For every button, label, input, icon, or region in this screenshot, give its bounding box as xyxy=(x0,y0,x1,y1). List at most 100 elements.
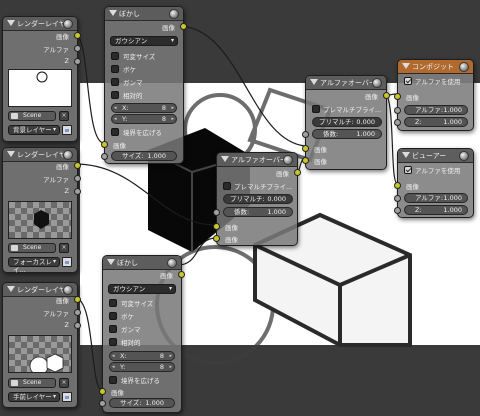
size-x-field[interactable]: ◂ X: 8 ▸ xyxy=(109,351,175,361)
variable-size-checkbox[interactable] xyxy=(111,52,119,60)
alpha-field[interactable]: アルファ: 1.000 xyxy=(404,105,468,115)
premultiply-field[interactable]: プリマルチ: 0.000 xyxy=(312,117,382,127)
input-image-socket-1[interactable] xyxy=(213,223,220,230)
output-alpha-socket[interactable] xyxy=(74,309,81,316)
output-z-socket[interactable] xyxy=(74,58,81,65)
scene-selector[interactable]: Scene xyxy=(8,111,56,121)
viewer-node[interactable]: ビューアー アルファを使用 画像 アルファ: 1.000 Z: 1.000 xyxy=(394,148,474,218)
gamma-checkbox[interactable] xyxy=(109,325,117,333)
input-image-socket[interactable] xyxy=(99,388,106,395)
input-alpha-socket[interactable] xyxy=(394,107,401,114)
input-image-socket[interactable] xyxy=(101,141,108,148)
node-header[interactable]: ぼかし xyxy=(105,7,183,21)
premultiply-convert-checkbox[interactable] xyxy=(312,105,320,113)
input-image-socket-1[interactable] xyxy=(302,145,309,152)
bokeh-checkbox[interactable] xyxy=(111,65,119,73)
render-image-icon[interactable] xyxy=(62,257,72,267)
factor-field[interactable]: 係数: 1.000 xyxy=(223,207,293,217)
collapse-triangle-icon[interactable] xyxy=(7,20,15,26)
input-factor-socket[interactable] xyxy=(213,209,220,216)
blur-node-top[interactable]: ぼかし 画像 ガウシアン ▾ 可変サイズ ボケ ガンマ 相対的 ◂ X: 8 ▸ ◂ Y:… xyxy=(101,6,187,164)
alpha-field[interactable]: アルファ: 1.000 xyxy=(404,193,468,203)
filter-type-select[interactable]: ガウシアン ▾ xyxy=(110,36,178,46)
render-image-icon[interactable] xyxy=(62,392,72,402)
gamma-checkbox[interactable] xyxy=(111,78,119,86)
scene-clear-button[interactable]: × xyxy=(59,378,69,388)
node-header[interactable]: レンダーレイヤー xyxy=(3,148,77,162)
output-image-socket[interactable] xyxy=(294,169,301,176)
filter-type-select[interactable]: ガウシアン ▾ xyxy=(108,284,176,294)
output-alpha-socket[interactable] xyxy=(74,175,81,182)
size-y-field[interactable]: ◂ Y: 8 ▸ xyxy=(109,362,175,372)
collapse-triangle-icon[interactable] xyxy=(402,63,410,69)
output-image-socket[interactable] xyxy=(383,92,390,99)
node-preview-sphere-icon[interactable] xyxy=(372,78,382,88)
collapse-triangle-icon[interactable] xyxy=(109,10,117,16)
output-image-socket[interactable] xyxy=(74,32,81,39)
variable-size-checkbox[interactable] xyxy=(109,299,117,307)
collapse-triangle-icon[interactable] xyxy=(402,152,410,158)
node-preview-sphere-icon[interactable] xyxy=(169,9,179,19)
scene-selector[interactable]: Scene xyxy=(8,243,56,253)
output-alpha-socket[interactable] xyxy=(74,45,81,52)
premultiply-convert-checkbox[interactable] xyxy=(223,182,231,190)
input-z-socket[interactable] xyxy=(394,119,401,126)
node-header[interactable]: ビューアー xyxy=(398,149,473,163)
z-field[interactable]: Z: 1.000 xyxy=(404,205,468,215)
output-image-socket[interactable] xyxy=(180,23,187,30)
size-y-field[interactable]: ◂ Y: 8 ▸ xyxy=(111,114,177,124)
output-image-socket[interactable] xyxy=(74,296,81,303)
layer-selector[interactable]: 手前レイヤー ▾ xyxy=(8,392,60,402)
node-preview-sphere-icon[interactable] xyxy=(63,285,73,295)
node-header[interactable]: コンポジット xyxy=(398,60,473,74)
render-layers-node-focus[interactable]: レンダーレイヤー 画像 アルファ Z Scene × フォーカスレイ... ▾ xyxy=(2,147,81,274)
layer-selector[interactable]: 背景レイヤー ▾ xyxy=(8,125,60,135)
output-z-socket[interactable] xyxy=(74,188,81,195)
collapse-triangle-icon[interactable] xyxy=(310,79,318,85)
use-alpha-checkbox[interactable] xyxy=(404,77,412,85)
factor-field[interactable]: 係数: 1.000 xyxy=(312,129,382,139)
render-image-icon[interactable] xyxy=(62,125,72,135)
output-image-socket[interactable] xyxy=(74,162,81,169)
bokeh-checkbox[interactable] xyxy=(109,312,117,320)
size-factor-field[interactable]: サイズ: 1.000 xyxy=(109,398,175,408)
node-header[interactable]: アルファオーバー xyxy=(217,153,297,167)
render-layers-node-background[interactable]: レンダーレイヤー 画像 アルファ Z Scene × 背景レイヤー ▾ xyxy=(2,16,81,142)
input-z-socket[interactable] xyxy=(394,207,401,214)
collapse-triangle-icon[interactable] xyxy=(7,151,15,157)
input-image-socket[interactable] xyxy=(394,93,401,100)
extend-bounds-checkbox[interactable] xyxy=(111,128,119,136)
use-alpha-checkbox[interactable] xyxy=(404,166,412,174)
output-image-socket[interactable] xyxy=(178,271,185,278)
input-size-socket[interactable] xyxy=(101,153,108,160)
render-layers-node-foreground[interactable]: レンダーレイヤー 画像 アルファ Z Scene × 手前レイヤー ▾ xyxy=(2,282,81,408)
node-header[interactable]: アルファオーバー xyxy=(306,76,386,90)
collapse-triangle-icon[interactable] xyxy=(107,259,115,265)
relative-checkbox[interactable] xyxy=(109,338,117,346)
blur-node-bottom[interactable]: ぼかし 画像 ガウシアン ▾ 可変サイズ ボケ ガンマ 相対的 ◂ X: 8 ▸ ◂ Y:… xyxy=(99,255,185,413)
input-alpha-socket[interactable] xyxy=(394,195,401,202)
input-image-socket-2[interactable] xyxy=(302,157,309,164)
relative-checkbox[interactable] xyxy=(111,91,119,99)
node-header[interactable]: ぼかし xyxy=(103,256,181,270)
size-x-field[interactable]: ◂ X: 8 ▸ xyxy=(111,103,177,113)
node-preview-sphere-icon[interactable] xyxy=(63,19,73,29)
composite-node[interactable]: コンポジット アルファを使用 画像 アルファ: 1.000 Z: 1.000 xyxy=(394,59,474,131)
input-image-socket-2[interactable] xyxy=(213,235,220,242)
node-preview-sphere-icon[interactable] xyxy=(167,258,177,268)
scene-clear-button[interactable]: × xyxy=(59,111,69,121)
input-image-socket[interactable] xyxy=(394,182,401,189)
node-preview-sphere-icon[interactable] xyxy=(459,151,469,161)
node-preview-sphere-icon[interactable] xyxy=(63,150,73,160)
node-header[interactable]: レンダーレイヤー xyxy=(3,17,77,31)
node-preview-sphere-icon[interactable] xyxy=(459,62,469,72)
extend-bounds-checkbox[interactable] xyxy=(109,376,117,384)
alpha-over-node-main[interactable]: アルファオーバー 画像 プレマルチプライ... プリマルチ: 0.000 係数: 1… xyxy=(302,75,390,170)
node-preview-sphere-icon[interactable] xyxy=(283,155,293,165)
collapse-triangle-icon[interactable] xyxy=(7,286,15,292)
collapse-triangle-icon[interactable] xyxy=(221,156,229,162)
scene-clear-button[interactable]: × xyxy=(59,243,69,253)
premultiply-field[interactable]: プリマルチ: 0.000 xyxy=(223,194,293,204)
z-field[interactable]: Z: 1.000 xyxy=(404,117,468,127)
scene-selector[interactable]: Scene xyxy=(8,378,56,388)
